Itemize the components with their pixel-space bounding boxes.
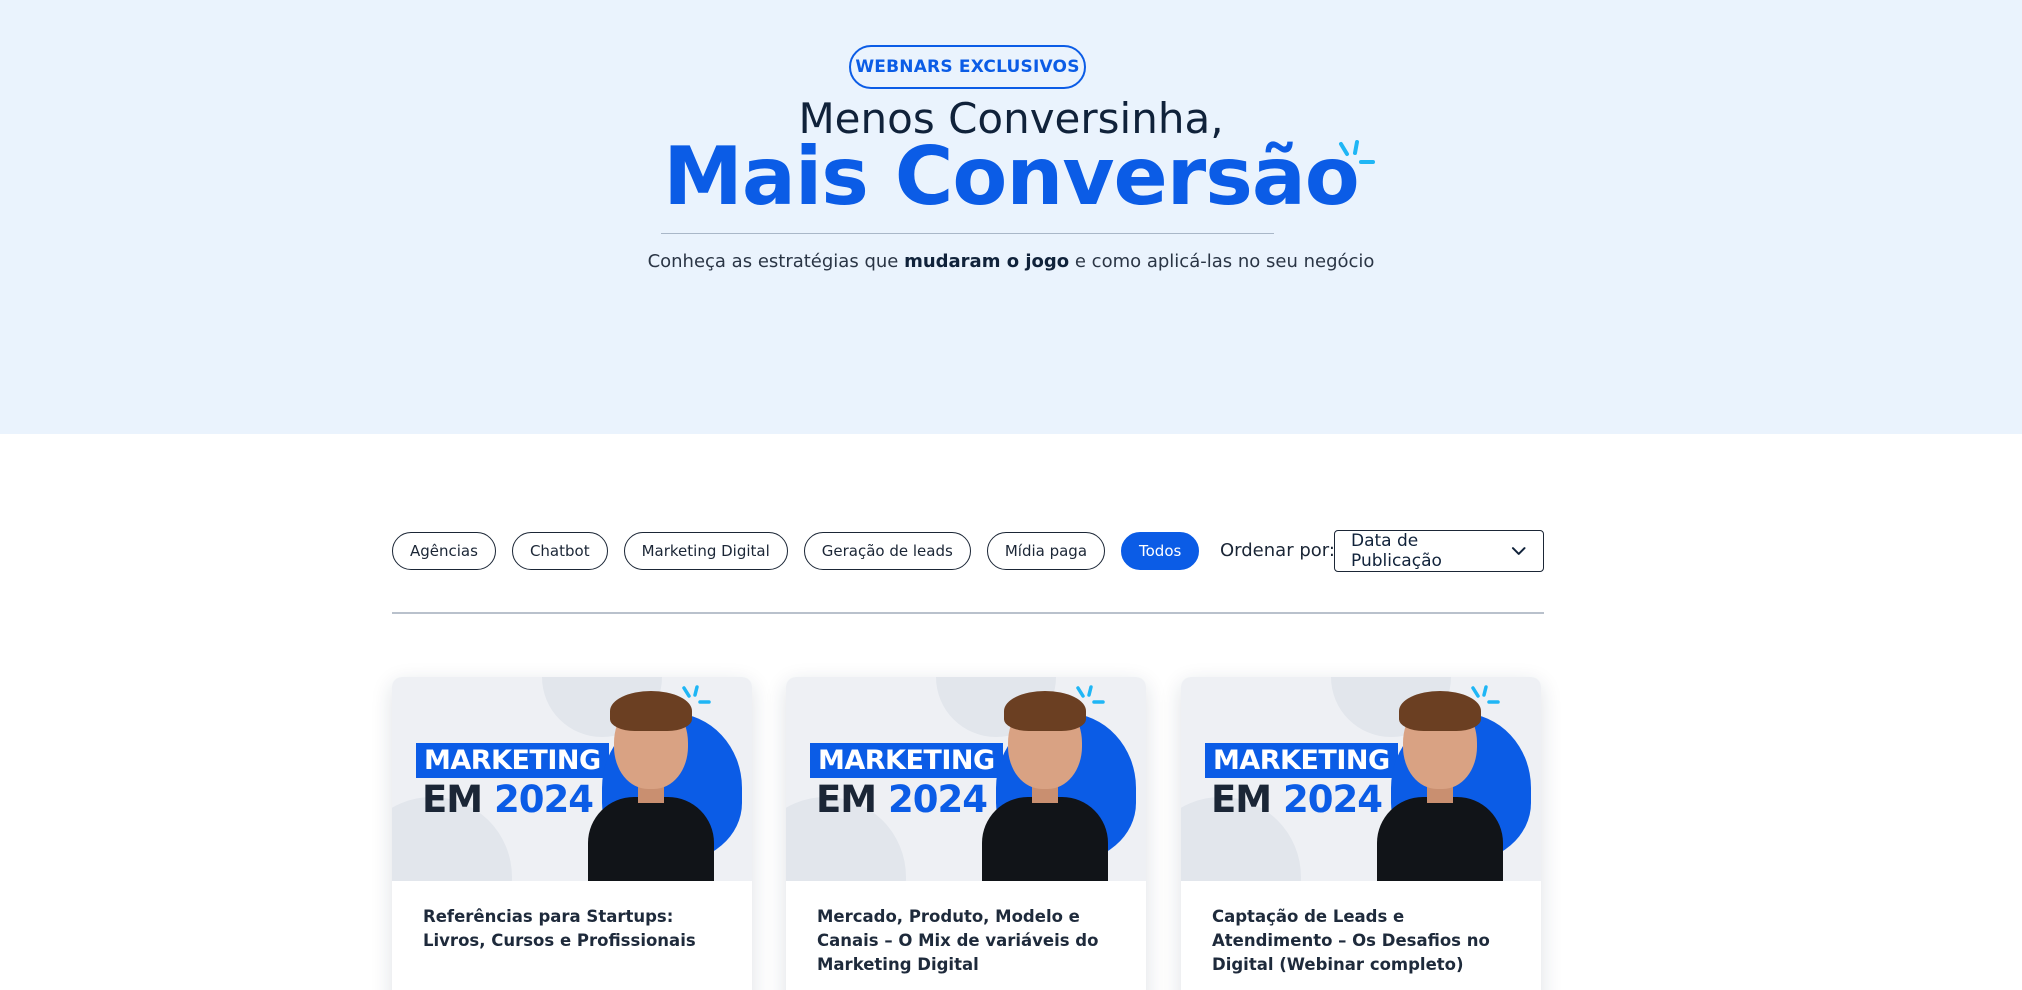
hero-subtitle: Conheça as estratégias que mudaram o jog… xyxy=(0,251,2022,272)
webinar-card-title[interactable]: Mercado, Produto, Modelo e Canais – O Mi… xyxy=(817,905,1117,977)
hero-subtitle-before: Conheça as estratégias que xyxy=(647,251,905,272)
thumbnail-year-label: EM 2024 xyxy=(422,778,594,821)
thumbnail-year: 2024 xyxy=(887,778,988,821)
filter-chip-marketing-digital[interactable]: Marketing Digital xyxy=(623,532,788,570)
webinar-thumbnail: MARKETING EM 2024 xyxy=(1181,677,1541,881)
filter-chip-agencias[interactable]: Agências xyxy=(392,532,496,570)
hero-heading-line2: Mais Conversão xyxy=(663,130,1375,223)
thumbnail-year-prefix: EM xyxy=(422,778,494,821)
sort-label: Ordenar por: xyxy=(1220,540,1335,561)
spark-icon xyxy=(1076,685,1105,704)
webinars-badge: WEBNARS EXCLUSIVOS xyxy=(849,45,1086,89)
webinar-thumbnail: MARKETING EM 2024 xyxy=(392,677,752,881)
spark-icon xyxy=(1338,140,1375,164)
filter-chip-geracao-de-leads[interactable]: Geração de leads xyxy=(803,532,971,570)
thumbnail-year-prefix: EM xyxy=(816,778,888,821)
thumbnail-year-label: EM 2024 xyxy=(816,778,988,821)
thumbnail-year: 2024 xyxy=(493,778,594,821)
presenter-body xyxy=(982,797,1108,881)
hero-divider xyxy=(661,233,1274,234)
webinar-card-title[interactable]: Referências para Startups: Livros, Curso… xyxy=(423,905,723,953)
sort-select[interactable]: Data de Publicação xyxy=(1334,530,1544,572)
webinar-card[interactable]: MARKETING EM 2024 Captação de Leads e At… xyxy=(1181,677,1541,990)
chevron-down-icon xyxy=(1511,547,1526,555)
webinar-card-title[interactable]: Captação de Leads e Atendimento – Os Des… xyxy=(1212,905,1512,977)
filters-divider xyxy=(392,612,1544,614)
spark-icon xyxy=(682,685,711,704)
category-filters: Agências Chatbot Marketing Digital Geraç… xyxy=(392,532,1200,570)
webinar-card[interactable]: MARKETING EM 2024 Referências para Start… xyxy=(392,677,752,990)
sort-selected-value: Data de Publicação xyxy=(1351,531,1442,571)
thumbnail-marketing-label: MARKETING xyxy=(810,743,1003,778)
filter-chip-chatbot[interactable]: Chatbot xyxy=(511,532,608,570)
filter-chip-midia-paga[interactable]: Mídia paga xyxy=(986,532,1106,570)
thumbnail-year-label: EM 2024 xyxy=(1211,778,1383,821)
thumbnail-marketing-label: MARKETING xyxy=(1205,743,1398,778)
filter-chip-todos[interactable]: Todos xyxy=(1121,532,1200,570)
presenter-body xyxy=(588,797,714,881)
hero-subtitle-bold: mudaram o jogo xyxy=(904,251,1070,272)
webinar-thumbnail: MARKETING EM 2024 xyxy=(786,677,1146,881)
presenter-body xyxy=(1377,797,1503,881)
spark-icon xyxy=(1471,685,1500,704)
hero-heading-line2-text: Mais Conversão xyxy=(663,130,1360,223)
thumbnail-year: 2024 xyxy=(1282,778,1383,821)
thumbnail-year-prefix: EM xyxy=(1211,778,1283,821)
hero-heading-line2-wrap: Mais Conversão xyxy=(0,130,2022,223)
thumbnail-marketing-label: MARKETING xyxy=(416,743,609,778)
hero-section: WEBNARS EXCLUSIVOS Menos Conversinha, Ma… xyxy=(0,0,2022,434)
webinar-card[interactable]: MARKETING EM 2024 Mercado, Produto, Mode… xyxy=(786,677,1146,990)
hero-subtitle-after: e como aplicá-las no seu negócio xyxy=(1069,251,1375,272)
